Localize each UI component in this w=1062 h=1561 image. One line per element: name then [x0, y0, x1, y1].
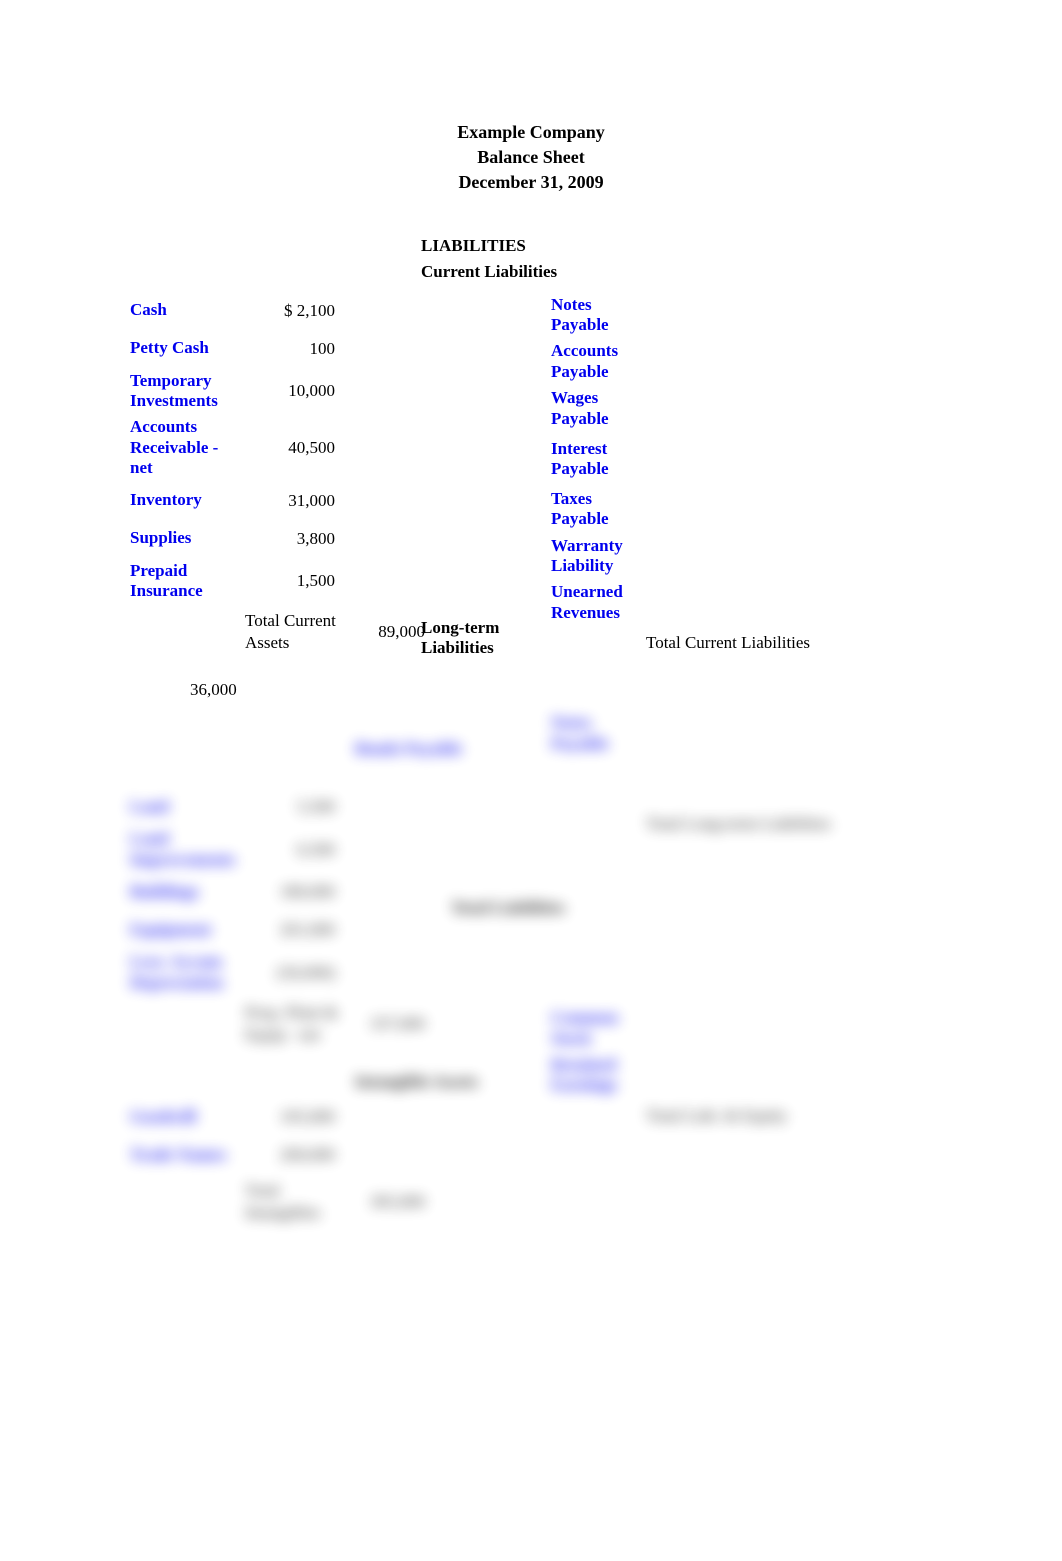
- document-header: Example Company Balance Sheet December 3…: [130, 120, 932, 196]
- liab-row-wages-payable: Wages Payable: [551, 385, 932, 432]
- blurred-row-land: Land 5,500: [130, 788, 511, 826]
- link-interest-payable[interactable]: Interest Payable: [551, 439, 609, 478]
- total-current-liab-row: Total Current Liabilities: [646, 626, 932, 660]
- long-term-liabilities-heading: Long-term Liabilities: [421, 618, 561, 658]
- link-petty-cash[interactable]: Petty Cash: [130, 338, 209, 357]
- value-supplies: 3,800: [255, 529, 335, 549]
- doc-title: Balance Sheet: [130, 145, 932, 170]
- liabilities-column: Notes Payable Accounts Payable Wages Pay…: [551, 236, 932, 1231]
- link-cash[interactable]: Cash: [130, 300, 167, 319]
- value-prepaid: 1,500: [255, 571, 335, 591]
- current-liabilities-heading: Current Liabilities: [421, 262, 561, 282]
- blurred-intangibles-heading: Intangible Assets: [355, 1072, 511, 1092]
- liab-row-interest-payable: Interest Payable: [551, 432, 932, 486]
- blurred-total-intangibles-row: Total Intangibles 305,000: [130, 1174, 511, 1230]
- liab-row-taxes-payable: Taxes Payable: [551, 486, 932, 533]
- link-notes-payable[interactable]: Notes Payable: [551, 295, 609, 334]
- blurred-row-land-imp: Land Improvements 6,500: [130, 826, 511, 873]
- total-current-assets-value: 89,000: [355, 622, 425, 642]
- liab-row-unearned: Unearned Revenues: [551, 579, 932, 626]
- page-content: Example Company Balance Sheet December 3…: [0, 0, 1062, 1290]
- value-ar: 40,500: [255, 438, 335, 458]
- blurred-assets-section: Bonds Payable Land 5,500 Land Improvemen…: [130, 730, 511, 1230]
- blurred-row-trade-names: Trade Names 200,000: [130, 1136, 511, 1174]
- link-temp-inv[interactable]: Temporary Investments: [130, 371, 218, 410]
- company-name: Example Company: [130, 120, 932, 145]
- link-taxes-payable[interactable]: Taxes Payable: [551, 489, 609, 528]
- liab-row-notes-payable: Notes Payable: [551, 292, 932, 339]
- value-inventory: 31,000: [255, 491, 335, 511]
- value-cash: $ 2,100: [255, 301, 335, 321]
- value-petty-cash: 100: [255, 339, 335, 359]
- liabilities-heading: LIABILITIES: [421, 236, 561, 256]
- link-accounts-payable[interactable]: Accounts Payable: [551, 341, 618, 380]
- liab-row-accounts-payable: Accounts Payable: [551, 338, 932, 385]
- blurred-liabilities-section: Notes Payable Total Long-term Liabilitie…: [551, 710, 932, 1133]
- link-ar[interactable]: Accounts Receivable - net: [130, 417, 218, 477]
- link-unearned[interactable]: Unearned Revenues: [551, 582, 623, 621]
- blurred-total-ppe-row: Prop, Plant & Equip - net 337,000: [130, 996, 511, 1052]
- link-inventory[interactable]: Inventory: [130, 490, 202, 509]
- link-warranty[interactable]: Warranty Liability: [551, 536, 623, 575]
- link-supplies[interactable]: Supplies: [130, 528, 191, 547]
- balance-sheet-columns: Cash $ 2,100 Petty Cash 100 Temporary In…: [130, 236, 932, 1231]
- link-prepaid[interactable]: Prepaid Insurance: [130, 561, 203, 600]
- blurred-row-goodwill: Goodwill 105,000: [130, 1098, 511, 1136]
- blurred-link-notes-payable-lt[interactable]: Notes Payable: [551, 713, 609, 752]
- total-current-assets-label: Total Current Assets: [245, 610, 355, 654]
- blurred-link-bonds[interactable]: Bonds Payable: [355, 739, 462, 758]
- link-wages-payable[interactable]: Wages Payable: [551, 388, 609, 427]
- liab-row-warranty: Warranty Liability: [551, 533, 932, 580]
- total-current-liab-label: Total Current Liabilities: [646, 632, 810, 654]
- doc-date: December 31, 2009: [130, 170, 932, 195]
- blurred-row-accum: Less: Accum Depreciation (56,000): [130, 949, 511, 996]
- value-temp-inv: 10,000: [255, 381, 335, 401]
